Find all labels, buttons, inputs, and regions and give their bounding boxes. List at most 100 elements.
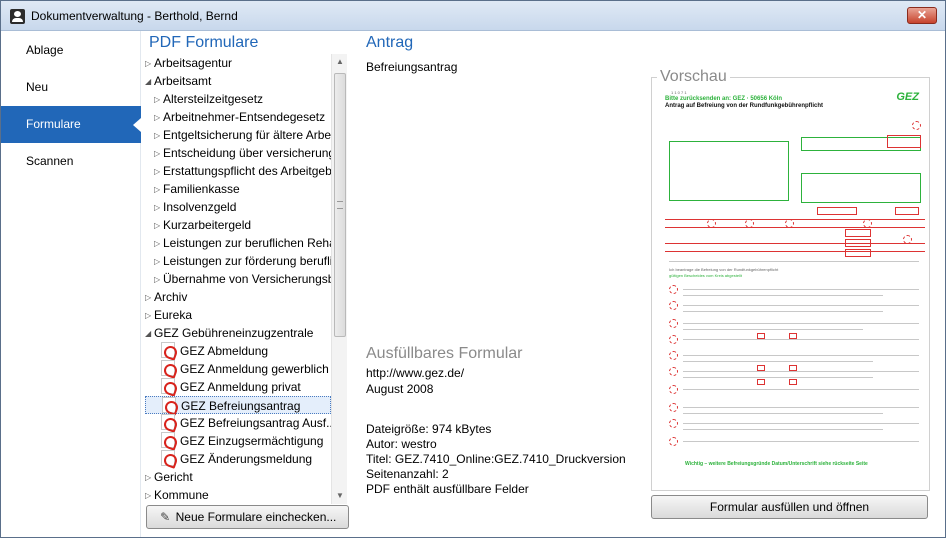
preview-heading: Antrag auf Befreiung von der Rundfunkgeb… [665,103,823,109]
expanded-arrow-icon[interactable]: ◢ [145,73,154,91]
scroll-thumb[interactable] [334,73,346,337]
collapsed-arrow-icon[interactable]: ▷ [154,235,163,253]
pdf-icon [161,450,175,466]
tree-folder-item[interactable]: ▷ Leistungen zur beruflichen Reha... [145,234,346,252]
tree-folder-item[interactable]: ▷ Gericht [145,468,193,486]
collapsed-arrow-icon[interactable]: ▷ [145,487,154,504]
tree-pdf-item[interactable]: GEZ Befreiungsantrag [145,396,331,414]
tree-item-label: Altersteilzeitgesetz [163,92,264,106]
tree-folder-item[interactable]: ▷ Arbeitsagentur [145,54,232,72]
open-form-button[interactable]: Formular ausfüllen und öffnen [651,495,928,519]
tree-folder-item[interactable]: ▷ Familienkasse [145,180,240,198]
tree-pdf-item[interactable]: GEZ Einzugsermächtigung [145,432,323,450]
gez-logo: GEZ [896,91,919,103]
scroll-down-icon[interactable]: ▼ [332,488,348,504]
collapsed-arrow-icon[interactable]: ▷ [154,181,163,199]
tree-scrollbar[interactable]: ▲ ▼ [331,54,347,504]
tree-item-label: Gericht [154,470,193,484]
pdf-formulare-heading: PDF Formulare [149,34,259,51]
tree-item-label: Entscheidung über versicherung... [163,146,346,160]
tree-item-label: Übernahme von Versicherungsb... [163,272,345,286]
collapsed-arrow-icon[interactable]: ▷ [154,163,163,181]
tree-folder-item[interactable]: ▷ Arbeitnehmer-Entsendegesetz [145,108,325,126]
collapsed-arrow-icon[interactable]: ▷ [154,217,163,235]
tree-pdf-item[interactable]: GEZ Abmeldung [145,342,268,360]
tree-folder-item[interactable]: ▷ Entgeltsicherung für ältere Arbei... [145,126,344,144]
checkin-forms-button[interactable]: ✎ Neue Formulare einchecken... [146,505,349,529]
pdf-icon [161,414,175,430]
tree-item-label: Archiv [154,290,188,304]
preview-footer: Wichtig – weitere Befreiungsgründe Datum… [685,461,868,467]
ausfuellbares-heading: Ausfüllbares Formular [366,345,523,362]
document-preview[interactable]: 1 1 0 7 1 Bitte zurücksenden an: GEZ · 5… [665,89,925,481]
expanded-arrow-icon[interactable]: ◢ [145,325,154,343]
app-window: Dokumentverwaltung - Berthold, Bernd ✕ A… [0,0,946,538]
tree-pdf-item[interactable]: GEZ Änderungsmeldung [145,450,312,468]
tree-pdf-item[interactable]: GEZ Anmeldung gewerblich [145,360,329,378]
tree-item-label: Leistungen zur förderung berufli... [163,254,343,268]
collapsed-arrow-icon[interactable]: ▷ [154,127,163,145]
tree-item-label: Arbeitsagentur [154,56,233,70]
checkin-forms-label: Neue Formulare einchecken... [175,510,337,524]
tree-folder-item[interactable]: ▷ Übernahme von Versicherungsb... [145,270,344,288]
tree-pdf-item[interactable]: GEZ Befreiungsantrag Ausf... [145,414,336,432]
tree-item-label: Insolvenzgeld [163,200,237,214]
tree-item-label: GEZ Anmeldung gewerblich [180,362,329,376]
collapsed-arrow-icon[interactable]: ▷ [154,145,163,163]
tree-folder-item[interactable]: ▷ Kurzarbeitergeld [145,216,251,234]
pdf-icon [161,342,175,358]
antrag-date: August 2008 [366,382,434,396]
tree-item-label: GEZ Änderungsmeldung [180,452,313,466]
vorschau-heading: Vorschau [657,68,730,86]
tree-item-label: GEZ Befreiungsantrag Ausf... [180,416,337,430]
collapsed-arrow-icon[interactable]: ▷ [145,307,154,325]
tree-folder-item[interactable]: ▷ Leistungen zur förderung berufli... [145,252,342,270]
collapsed-arrow-icon[interactable]: ▷ [154,109,163,127]
tree-folder-item[interactable]: ▷ Altersteilzeitgesetz [145,90,263,108]
nav-item-formulare[interactable]: Formulare [1,106,141,143]
collapsed-arrow-icon[interactable]: ▷ [154,271,163,289]
tree-folder-item[interactable]: ◢ Arbeitsamt [145,72,211,90]
tree-pdf-item[interactable]: GEZ Anmeldung privat [145,378,301,396]
tree-item-label: Arbeitsamt [154,74,212,88]
pdf-icon [162,397,176,413]
tree-item-label: GEZ Gebühreneinzugzentrale [154,326,314,340]
antrag-author: Autor: westro [366,437,437,451]
pdf-icon [161,432,175,448]
pen-icon: ✎ [160,510,171,524]
collapsed-arrow-icon[interactable]: ▷ [145,469,154,487]
tree-folder-item[interactable]: ▷ Erstattungspflicht des Arbeitgeb... [145,162,342,180]
collapsed-arrow-icon[interactable]: ▷ [154,91,163,109]
antrag-name: Befreiungsantrag [366,60,458,74]
nav-item-ablage[interactable]: Ablage [1,32,141,69]
tree-item-label: Eureka [154,308,193,322]
title-bar[interactable]: Dokumentverwaltung - Berthold, Bernd ✕ [1,1,945,31]
tree-item-label: Kommune [154,488,209,502]
collapsed-arrow-icon[interactable]: ▷ [145,289,154,307]
pdf-icon [161,360,175,376]
antrag-filesize: Dateigröße: 974 kBytes [366,422,492,436]
collapsed-arrow-icon[interactable]: ▷ [154,199,163,217]
window-title: Dokumentverwaltung - Berthold, Bernd [31,9,238,23]
user-icon [10,9,25,24]
tree-folder-item[interactable]: ◢ GEZ Gebühreneinzugzentrale [145,324,313,342]
form-tree[interactable]: ▷ Arbeitsagentur ◢ Arbeitsamt ▷ Altersteilzei… [145,54,347,504]
collapsed-arrow-icon[interactable]: ▷ [154,253,163,271]
collapsed-arrow-icon[interactable]: ▷ [145,55,154,73]
tree-folder-item[interactable]: ▷ Kommune [145,486,209,504]
tree-folder-item[interactable]: ▷ Archiv [145,288,187,306]
left-nav: Ablage Neu Formulare Scannen [1,31,141,537]
nav-item-scannen[interactable]: Scannen [1,143,141,180]
tree-item-label: GEZ Anmeldung privat [180,380,301,394]
tree-item-label: GEZ Abmeldung [180,344,269,358]
antrag-heading: Antrag [366,34,414,51]
tree-folder-item[interactable]: ▷ Entscheidung über versicherung... [145,144,345,162]
tree-folder-item[interactable]: ▷ Insolvenzgeld [145,198,236,216]
preview-top-line: Bitte zurücksenden an: GEZ · 50656 Köln [665,96,783,102]
tree-item-label: Arbeitnehmer-Entsendegesetz [163,110,326,124]
tree-folder-item[interactable]: ▷ Eureka [145,306,192,324]
antrag-title: Titel: GEZ.7410_Online:GEZ.7410_Druckver… [366,452,626,466]
scroll-up-icon[interactable]: ▲ [332,54,348,70]
close-button[interactable]: ✕ [907,7,937,24]
nav-item-neu[interactable]: Neu [1,69,141,106]
